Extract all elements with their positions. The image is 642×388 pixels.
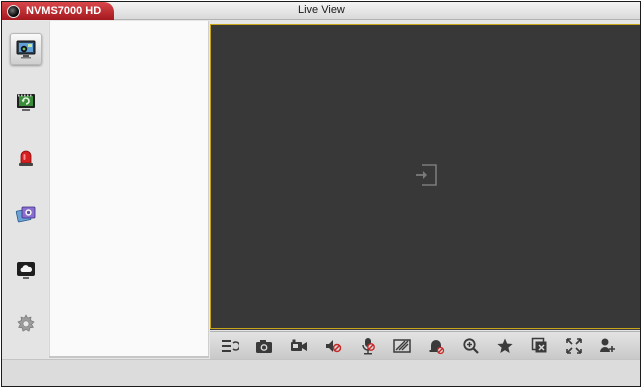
digital-zoom-icon	[463, 337, 479, 354]
toolbar-button-record[interactable]	[289, 336, 309, 356]
panel-divider	[49, 356, 209, 358]
sidebar-item-playback[interactable]	[13, 89, 39, 115]
ptz-icon	[600, 338, 616, 352]
add-channel-icon[interactable]	[413, 162, 439, 188]
app-window: NVMS7000 HD Live View	[1, 1, 641, 387]
toolbar-button-audio[interactable]	[323, 336, 343, 356]
video-area	[210, 24, 640, 330]
sidebar-item-live-view[interactable]	[10, 33, 42, 65]
sidebar-item-cloud[interactable]	[13, 257, 39, 283]
toolbar-button-stop-all[interactable]	[530, 336, 550, 356]
sidebar-item-local-files[interactable]	[13, 201, 39, 227]
toolbar-button-digital-zoom[interactable]	[461, 336, 481, 356]
window-title: Live View	[298, 4, 345, 16]
camera-monitor-icon	[16, 40, 36, 59]
toolbar-button-live-list[interactable]	[220, 336, 240, 356]
device-tree-panel[interactable]	[49, 21, 209, 357]
record-icon	[290, 339, 307, 351]
app-logo-icon	[7, 4, 20, 18]
toolbar-button-snapshot[interactable]	[254, 336, 274, 356]
toolbar-button-two-way-audio[interactable]	[358, 336, 378, 356]
alarm-output-icon	[429, 339, 445, 354]
app-name: NVMS7000 HD	[26, 5, 102, 17]
toolbar-button-image-quality[interactable]	[392, 336, 412, 356]
sidebar-item-alarm[interactable]	[13, 145, 39, 171]
playback-monitor-icon	[17, 94, 35, 111]
live-view-toolbar	[210, 331, 640, 359]
gear-icon	[17, 314, 35, 332]
toolbar-button-alarm-output[interactable]	[426, 336, 446, 356]
sidebar	[2, 21, 48, 386]
toolbar-button-ptz[interactable]	[598, 336, 618, 356]
fullscreen-icon	[566, 337, 582, 354]
snapshot-icon	[256, 339, 273, 353]
video-pane[interactable]	[210, 24, 640, 329]
image-quality-icon	[393, 338, 411, 353]
toolbar-button-fullscreen[interactable]	[564, 336, 584, 356]
alarm-siren-icon	[19, 150, 33, 166]
title-bar: NVMS7000 HD Live View	[2, 2, 640, 20]
stop-all-icon	[531, 337, 547, 352]
sidebar-item-settings[interactable]	[13, 311, 39, 337]
favorites-icon	[497, 338, 513, 353]
audio-mute-icon	[326, 339, 342, 352]
status-bar	[2, 359, 640, 386]
two-way-audio-icon	[361, 337, 375, 354]
live-list-icon	[222, 339, 239, 352]
pictures-icon	[15, 206, 36, 223]
app-tab: NVMS7000 HD	[2, 2, 114, 20]
toolbar-button-favorites[interactable]	[495, 336, 515, 356]
cloud-monitor-icon	[17, 262, 35, 279]
